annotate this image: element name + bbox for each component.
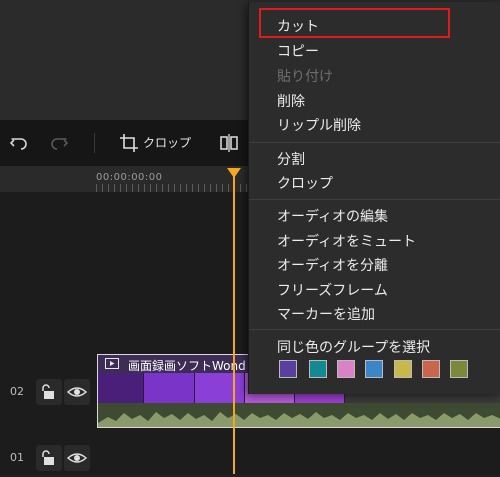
menu-item-mute-audio[interactable]: オーディオをミュート [277, 231, 416, 251]
color-swatch-orange[interactable] [422, 360, 440, 378]
track-header-01: 01 [0, 441, 96, 477]
menu-item-cut[interactable]: カット [277, 16, 319, 36]
clip-thumbnail [194, 373, 245, 403]
undo-icon[interactable] [8, 132, 30, 154]
unlock-icon [42, 384, 54, 399]
track-number: 01 [10, 451, 24, 464]
playhead-handle[interactable] [227, 168, 241, 178]
menu-separator [249, 142, 500, 143]
clip-thumbnail [144, 373, 195, 403]
menu-item-delete[interactable]: 削除 [277, 91, 305, 111]
menu-item-split[interactable]: 分割 [277, 149, 305, 169]
menu-item-add-marker[interactable]: マーカーを追加 [277, 304, 375, 324]
audio-waveform [98, 403, 500, 427]
color-swatch-purple[interactable] [279, 360, 297, 378]
playhead-line[interactable] [233, 172, 235, 474]
menu-item-ripple-delete[interactable]: リップル削除 [277, 115, 361, 135]
menu-item-edit-audio[interactable]: オーディオの編集 [277, 206, 388, 226]
color-swatch-olive[interactable] [450, 360, 468, 378]
color-swatch-pink[interactable] [337, 360, 355, 378]
menu-item-crop[interactable]: クロップ [277, 173, 333, 193]
clip-title: 画面録画ソフトWond [128, 359, 246, 373]
menu-item-paste: 貼り付け [277, 69, 333, 85]
color-swatch-yellow[interactable] [394, 360, 412, 378]
eye-icon [66, 453, 88, 463]
menu-separator [249, 199, 500, 200]
color-swatch-blue[interactable] [365, 360, 383, 378]
split-icon[interactable] [218, 132, 240, 154]
menu-separator [249, 329, 500, 330]
toolbar-divider [94, 133, 95, 153]
unlock-icon [42, 450, 54, 465]
waveform-graphic [98, 412, 500, 427]
crop-icon[interactable] [118, 132, 140, 154]
lock-button[interactable] [36, 445, 62, 471]
eye-icon [66, 387, 88, 397]
menu-item-detach-audio[interactable]: オーディオを分離 [277, 255, 388, 275]
track-header-02: 02 [0, 375, 96, 411]
ruler-timecode: 00:00:00:00 [96, 172, 163, 183]
track-number: 02 [10, 385, 24, 398]
video-clip-icon [105, 358, 119, 369]
context-menu: カット コピー 貼り付け 削除 リップル削除 分割 クロップ オーディオの編集 … [248, 2, 500, 394]
clip-thumbnail [98, 373, 145, 403]
color-swatch-teal[interactable] [309, 360, 327, 378]
visibility-button[interactable] [64, 445, 90, 471]
menu-item-freeze-frame[interactable]: フリーズフレーム [277, 280, 388, 300]
crop-button-label[interactable]: クロップ [143, 134, 191, 151]
visibility-button[interactable] [64, 379, 90, 405]
menu-item-copy[interactable]: コピー [277, 41, 319, 61]
lock-button[interactable] [36, 379, 62, 405]
menu-item-select-color-group[interactable]: 同じ色のグループを選択 [277, 337, 430, 357]
redo-icon[interactable] [48, 132, 70, 154]
